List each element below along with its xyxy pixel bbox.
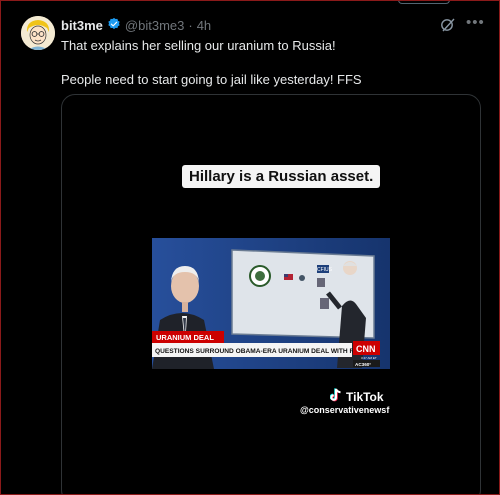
- broadcast-clock: 3:47 AM ET: [361, 356, 377, 360]
- show-tag: AC360°: [355, 362, 371, 367]
- tiktok-watermark: TikTok: [329, 388, 384, 405]
- verified-badge-icon: [107, 17, 121, 34]
- author-handle[interactable]: @bit3me3: [125, 18, 184, 33]
- cnn-logo: CNN: [356, 344, 376, 354]
- separator-dot: ·: [188, 18, 193, 33]
- lower-third-headline: QUESTIONS SURROUND OBAMA-ERA URANIUM DEA…: [155, 348, 375, 355]
- avatar[interactable]: [21, 16, 55, 50]
- author-name[interactable]: bit3me: [61, 18, 103, 33]
- tiktok-brand: TikTok: [346, 389, 384, 404]
- tiktok-account: @conservativenewsf: [300, 405, 390, 415]
- video-caption: Hillary is a Russian asset.: [182, 165, 381, 188]
- timestamp[interactable]: 4h: [197, 18, 211, 33]
- tweet[interactable]: bit3me @bit3me3 · 4h ••• That explains h…: [0, 0, 500, 495]
- tiktok-logo-icon: [329, 388, 343, 405]
- tweet-text-line: People need to start going to jail like …: [61, 72, 362, 87]
- video-frame[interactable]: CFIUS URANIUM DEAL QUESTIONS SURROUND OB…: [152, 238, 390, 369]
- lower-third-tag: URANIUM DEAL: [156, 333, 214, 342]
- tweet-text-line: That explains her selling our uranium to…: [61, 38, 336, 53]
- tweet-header: bit3me @bit3me3 · 4h: [61, 17, 211, 34]
- screen-label: CFIUS: [317, 267, 333, 273]
- embedded-video[interactable]: Hillary is a Russian asset. CFIUS URANIU…: [61, 94, 481, 495]
- more-options-icon[interactable]: •••: [466, 14, 485, 31]
- grok-icon[interactable]: [440, 17, 456, 33]
